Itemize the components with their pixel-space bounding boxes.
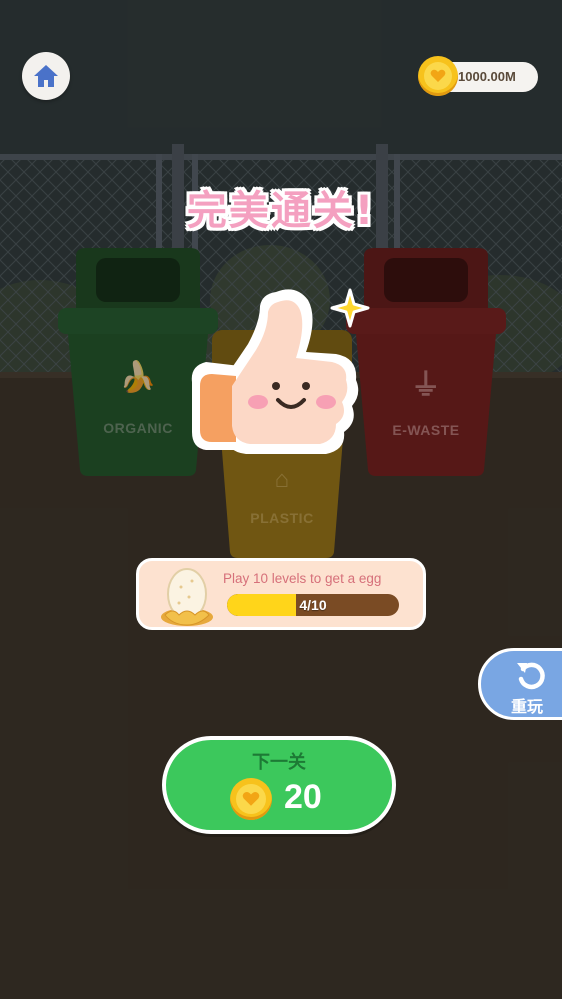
thumbs-up-mascot [191,288,370,454]
coin-icon [418,56,458,96]
next-level-cost: 20 [284,778,322,816]
home-icon [34,65,58,87]
dim-overlay [0,0,562,999]
next-level-label: 下一关 [252,752,306,773]
replay-button[interactable]: 重玩 [478,648,562,720]
next-level-button[interactable]: 下一关 20 [162,736,396,834]
home-button[interactable] [22,52,70,100]
egg-icon [161,568,213,626]
egg-reward-card: Play 10 levels to get a egg 4/10 [136,558,426,630]
replay-label: 重玩 [511,697,544,716]
heart-icon [242,791,260,806]
egg-progress-bar: 4/10 [227,594,399,616]
replay-icon [517,662,545,690]
egg-progress-label: 4/10 [299,597,327,613]
heart-icon [430,69,446,82]
result-title: 完美通关! [186,188,376,234]
game-screen: 🍌 ORGANIC ⌂ PLASTIC ⏚ E-WASTE 1000.00M 完… [0,0,562,999]
coin-balance-text: 1000.00M [458,69,516,84]
coin-icon [230,778,272,820]
egg-reward-text: Play 10 levels to get a egg [223,571,382,586]
